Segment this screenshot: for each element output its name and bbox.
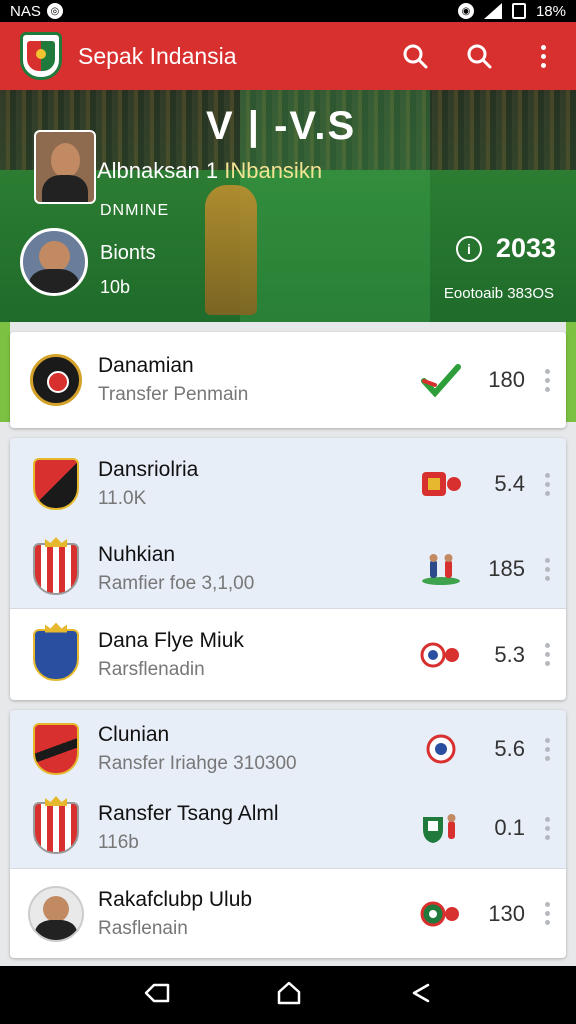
item-value: 0.1 [494,815,525,840]
status-bar: NAS ◎ ◉ 18% [0,0,576,22]
list-item[interactable]: Rakafclubp Ulub Rasflenain 130 [10,868,566,958]
item-name: Dansriolria [98,458,199,481]
player-avatar-1 [34,130,96,204]
badge-icon [419,732,463,766]
club-crest-icon [28,719,84,779]
club-crest-icon [28,796,84,858]
item-subtitle: Rarsflenadin [98,658,205,680]
versus-label: V | -V.S [206,104,357,148]
list-item[interactable]: Ransfer Tsang Alml 116b 0.1 [10,788,566,868]
hero-footer-text: Eootoaib 383OS [443,285,554,302]
item-name: Clunian [98,723,170,746]
match-subtitle: DNMINE [100,202,170,219]
item-subtitle: Rasflenain [98,917,188,939]
app-bar: Sepak Indansia [0,22,576,90]
item-name: Ransfer Tsang Alml [98,802,279,825]
status-left-text: NAS [10,2,41,20]
info-icon[interactable]: i [455,235,482,262]
more-vert-icon[interactable] [545,368,550,392]
club-crest-icon [28,454,84,514]
item-value: 180 [488,367,525,392]
search-icon[interactable] [464,41,494,71]
more-vert-icon[interactable] [545,902,550,925]
list-item[interactable]: Dana Flye Miuk Rarsflenadin 5.3 [10,608,566,700]
list-item[interactable]: Clunian Ransfer Iriahge 310300 5.6 [10,710,566,788]
player-name: Bionts [100,242,156,264]
more-vert-icon[interactable] [545,643,550,666]
item-subtitle: Ransfer Iriahge 310300 [98,753,297,774]
battery-icon [511,3,526,19]
item-subtitle: Ramfier foe 3,1,00 [98,573,255,594]
list-item[interactable]: Nuhkian Ramfier foe 3,1,00 185 [10,530,566,608]
sync-icon: ◉ [457,3,474,19]
list-item[interactable]: Dansriolria 11.0K 5.4 [10,438,566,530]
item-value: 5.6 [494,736,525,761]
more-vert-icon[interactable] [545,557,550,581]
players-icon [419,552,463,586]
accent-bar [0,322,10,422]
home-team-name: Albnaksan [97,158,200,183]
score-value: 2033 [495,233,556,263]
search-icon[interactable] [400,41,430,71]
app-title: Sepak Indansia [78,42,237,69]
club-crest-icon [28,350,84,410]
item-name: Rakafclubp Ulub [98,887,253,911]
system-nav-bar [0,966,576,1024]
back-icon[interactable] [142,981,172,1010]
item-name: Dana Flye Miuk [98,628,244,652]
item-name: Danamian [98,354,194,377]
crest-icon [419,467,463,501]
battery-percent: 18% [535,2,566,20]
item-subtitle: 116b [98,832,139,853]
app-logo [20,32,62,80]
signal-icon [483,3,502,19]
match-hero-banner[interactable]: V | -V.S Albnaksan 1 INbansikn DNMINE Bi… [0,90,576,322]
item-subtitle: 11.0K [98,488,147,509]
club-crest-icon [28,622,84,685]
badge-icon [419,897,463,931]
away-team-name: INbansikn [224,158,323,183]
item-value: 5.4 [494,471,525,496]
player-avatar-2 [20,228,88,296]
transfer-card[interactable]: Clunian Ransfer Iriahge 310300 5.6 Ransf… [10,710,566,958]
club-crest-icon [28,537,84,599]
more-vert-icon[interactable] [545,737,550,761]
badge-icon [419,638,463,672]
notification-icon: ◎ [46,3,63,19]
recents-icon[interactable] [406,981,434,1010]
transfer-card[interactable]: Dansriolria 11.0K 5.4 Nuhkian Ramfier fo… [10,438,566,700]
player-figure-image [205,185,257,315]
players-icon [419,811,463,845]
transfer-list: Danamian Transfer Penmain 180 Dansriolri… [0,322,576,966]
item-value: 185 [488,556,525,581]
score-block: i 2033 [455,233,556,264]
item-subtitle: Transfer Penmain [98,384,249,405]
transfer-card[interactable]: Danamian Transfer Penmain 180 [10,332,566,428]
club-crest-icon [28,884,84,944]
more-vert-icon[interactable] [545,472,550,496]
more-vert-icon[interactable] [545,816,550,840]
accent-bar [566,322,576,422]
item-value: 5.3 [494,641,525,667]
item-name: Nuhkian [98,543,176,566]
home-icon[interactable] [275,980,303,1011]
check-icon [419,363,463,397]
match-title-separator: 1 [199,158,225,183]
player-number: 10b [100,277,131,297]
list-item[interactable]: Danamian Transfer Penmain 180 [10,332,566,428]
item-value: 130 [488,900,525,926]
more-vert-icon[interactable] [528,41,558,71]
match-title: Albnaksan 1 INbansikn [97,158,322,184]
